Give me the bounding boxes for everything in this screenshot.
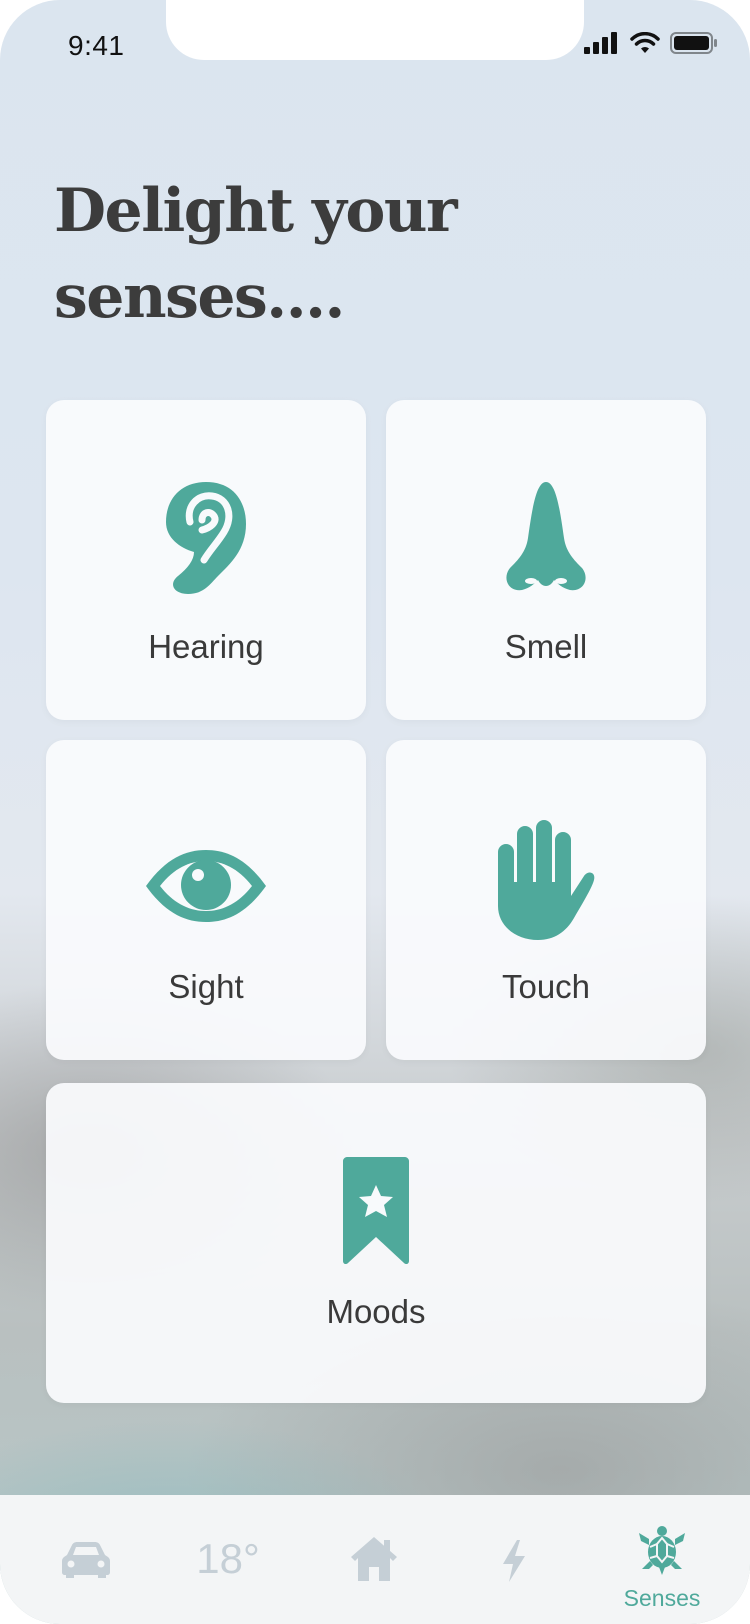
card-smell[interactable]: Smell (386, 400, 706, 720)
tab-senses[interactable]: Senses (592, 1495, 732, 1624)
tab-home[interactable] (304, 1495, 444, 1624)
status-time: 9:41 (68, 30, 125, 61)
tab-car[interactable] (16, 1495, 156, 1624)
bookmark-star-icon (343, 1157, 409, 1265)
card-hearing[interactable]: Hearing (46, 400, 366, 720)
eye-icon (146, 850, 266, 922)
card-touch-label: Touch (501, 968, 591, 1005)
hand-icon (498, 820, 595, 940)
battery-icon (670, 32, 717, 54)
card-hearing-label: Hearing (148, 628, 264, 665)
tab-senses-label: Senses (623, 1585, 701, 1611)
temperature-value: 18° (196, 1535, 260, 1582)
card-smell-label: Smell (504, 628, 588, 665)
cellular-signal-icon (584, 32, 617, 54)
card-sight[interactable]: Sight (46, 740, 366, 1060)
app-screen: 9:41 Delight your senses.... Hearing Sme… (0, 0, 750, 1624)
device-notch (166, 0, 584, 60)
home-icon (351, 1537, 397, 1581)
turtle-icon (639, 1526, 685, 1575)
status-icons (584, 32, 718, 54)
card-touch[interactable]: Touch (386, 740, 706, 1060)
card-sight-label: Sight (168, 968, 244, 1005)
card-moods[interactable]: Moods (46, 1083, 706, 1403)
page-title: Delight your senses.... (54, 176, 458, 332)
lightning-icon (503, 1540, 525, 1582)
ear-icon (166, 482, 246, 594)
card-moods-label: Moods (326, 1293, 426, 1330)
tab-temperature[interactable]: 18° (158, 1495, 298, 1624)
nose-icon (506, 482, 586, 591)
car-icon (62, 1542, 110, 1578)
tab-bar: 18° Senses (0, 1495, 750, 1624)
tab-energy[interactable] (444, 1495, 584, 1624)
wifi-icon (630, 32, 660, 53)
